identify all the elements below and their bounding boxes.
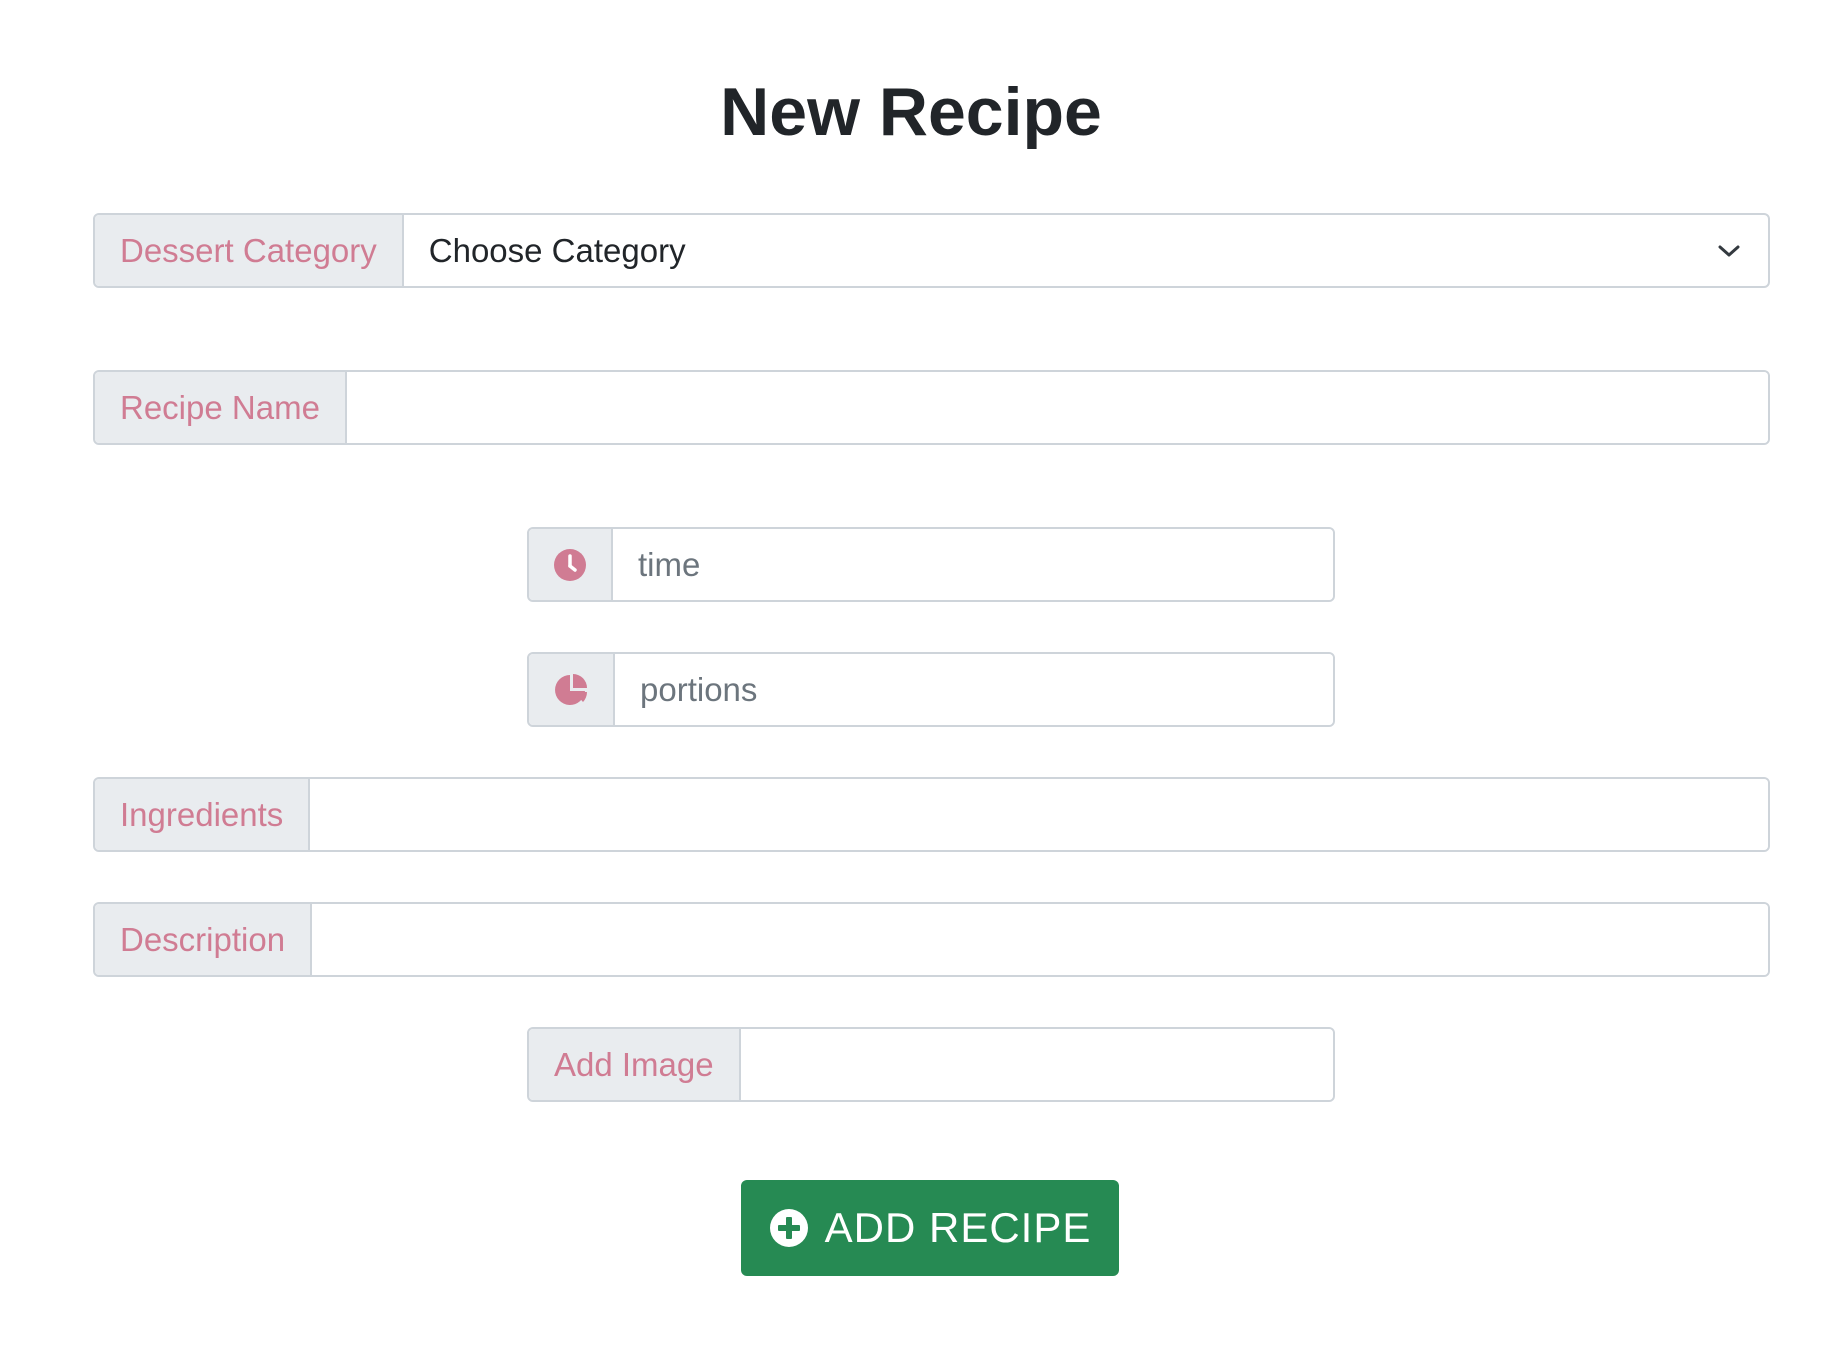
add-recipe-label: ADD RECIPE [824, 1204, 1092, 1251]
category-selected-value: Choose Category [428, 231, 686, 269]
description-input[interactable] [312, 904, 1768, 975]
pie-chart-icon-addon [529, 654, 615, 725]
add-image-group: Add Image [527, 1027, 1335, 1102]
time-group [527, 527, 1335, 602]
clock-icon-addon [529, 529, 613, 600]
category-select-group: Dessert Category Choose Category [93, 213, 1770, 288]
category-label: Dessert Category [95, 215, 404, 286]
recipe-name-group: Recipe Name [93, 370, 1770, 445]
add-image-label: Add Image [529, 1029, 741, 1100]
description-group: Description [93, 902, 1770, 977]
pie-chart-icon [553, 672, 589, 708]
clock-icon [553, 548, 587, 582]
ingredients-group: Ingredients [93, 777, 1770, 852]
chevron-down-icon [1716, 242, 1742, 260]
description-label: Description [95, 904, 313, 975]
ingredients-input[interactable] [310, 779, 1768, 850]
portions-input[interactable] [615, 654, 1333, 725]
time-input[interactable] [613, 529, 1333, 600]
add-recipe-button[interactable]: ADD RECIPE [741, 1180, 1119, 1276]
recipe-name-input[interactable] [346, 372, 1768, 443]
add-image-input[interactable] [740, 1029, 1333, 1100]
portions-group [527, 652, 1335, 727]
plus-circle-icon [769, 1208, 809, 1248]
page-title: New Recipe [720, 74, 1102, 150]
ingredients-label: Ingredients [95, 779, 311, 850]
recipe-name-label: Recipe Name [95, 372, 347, 443]
category-select[interactable]: Choose Category [404, 215, 1768, 286]
